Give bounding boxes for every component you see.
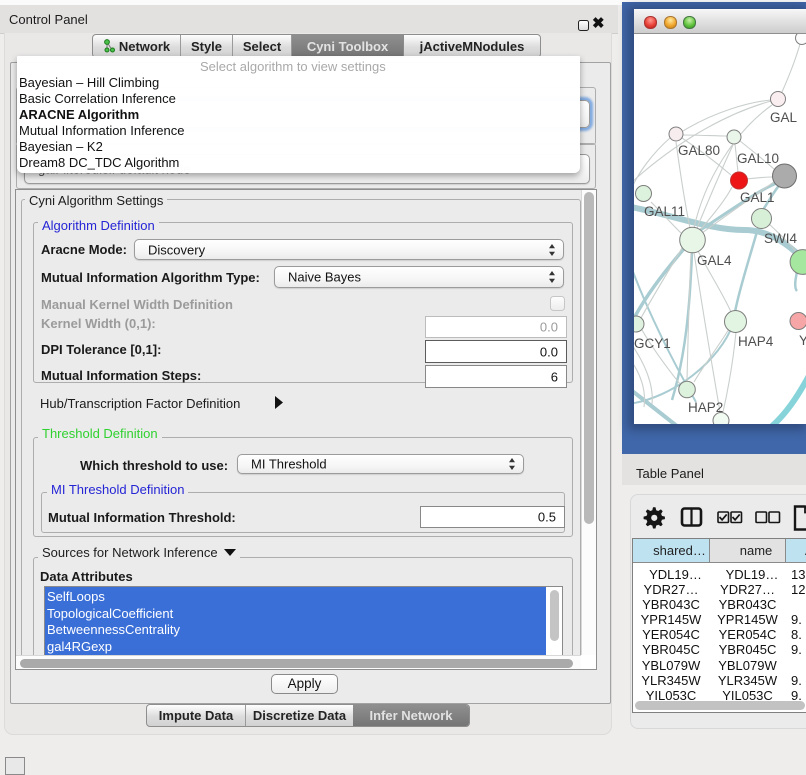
svg-text:GAL80: GAL80 — [678, 143, 720, 158]
svg-text:HAP2: HAP2 — [688, 400, 723, 415]
svg-text:HAP4: HAP4 — [738, 334, 774, 349]
svg-text:GAL1: GAL1 — [740, 190, 775, 205]
svg-text:GAL10: GAL10 — [737, 151, 779, 166]
svg-text:GAL: GAL — [770, 110, 798, 125]
svg-text:SWI4: SWI4 — [764, 231, 797, 246]
svg-text:Y: Y — [799, 333, 806, 348]
svg-text:GAL4: GAL4 — [697, 253, 732, 268]
svg-text:GCY1: GCY1 — [634, 336, 671, 351]
svg-text:GAL11: GAL11 — [644, 204, 685, 219]
